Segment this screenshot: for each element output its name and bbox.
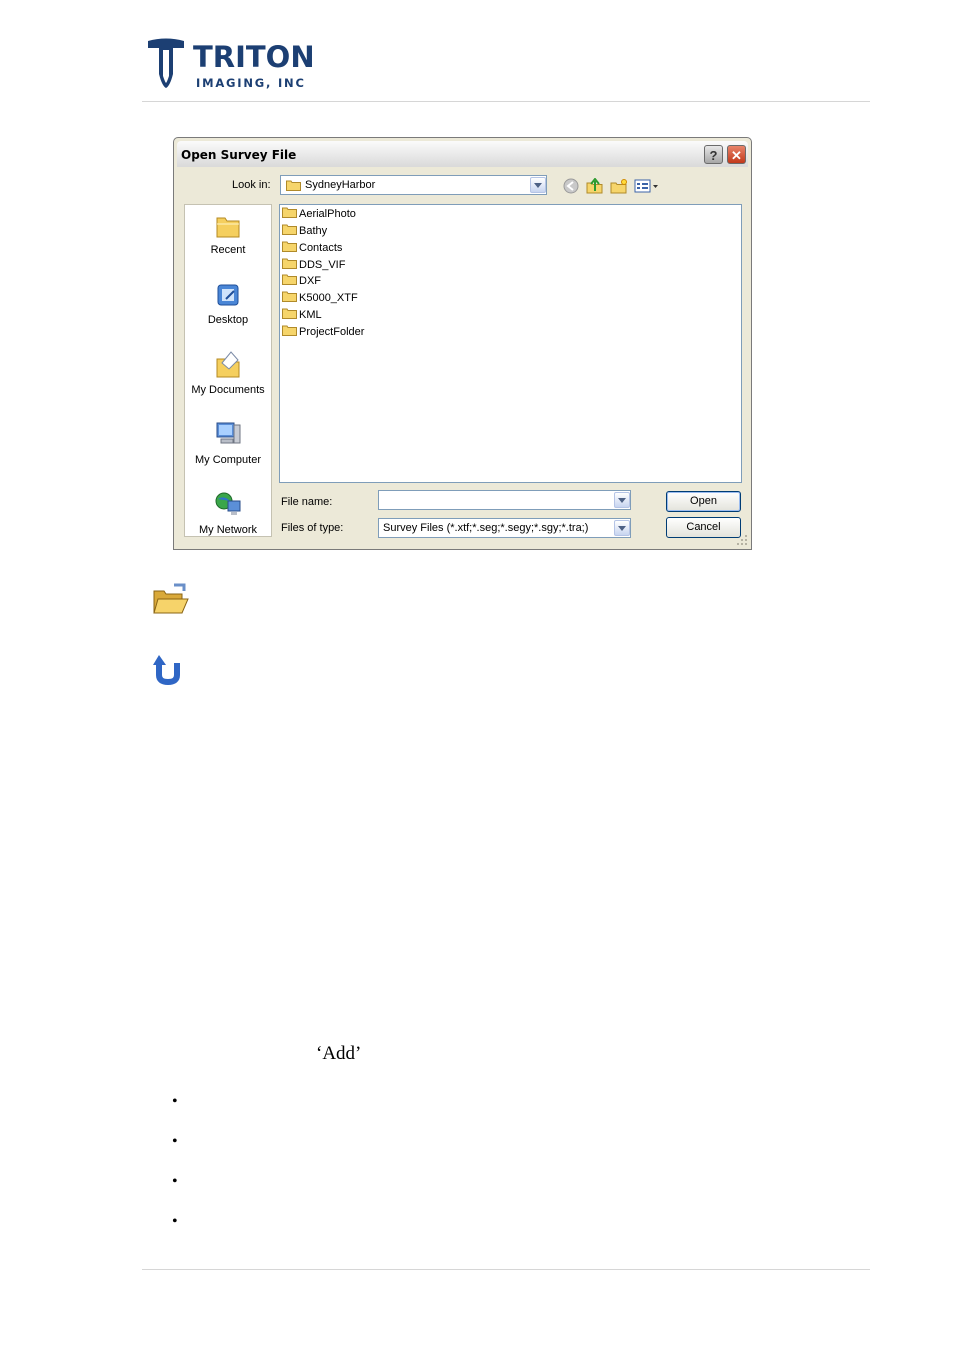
folder-name: AerialPhoto	[299, 208, 356, 220]
files-of-type-select[interactable]: Survey Files (*.xtf;*.seg;*.segy;*.sgy;*…	[378, 518, 631, 538]
folder-icon	[282, 291, 297, 302]
company-subtitle: IMAGING, INC	[196, 76, 306, 90]
open-folder-icon	[153, 583, 189, 614]
list-item[interactable]: AerialPhoto	[282, 206, 356, 222]
places-bar: Recent Desktop My Documents My Computer …	[184, 204, 272, 537]
undo-arrow-icon	[153, 655, 180, 685]
back-icon[interactable]	[562, 178, 580, 194]
folder-name: KML	[299, 309, 322, 321]
resize-grip-icon[interactable]	[736, 534, 748, 546]
chevron-down-icon[interactable]	[614, 520, 630, 536]
triton-logo-icon	[148, 38, 184, 88]
place-label: My Documents	[191, 384, 265, 396]
folder-icon	[282, 207, 297, 218]
view-menu-icon[interactable]	[634, 178, 660, 194]
look-in-dropdown[interactable]: SydneyHarbor	[280, 175, 547, 195]
list-item[interactable]: ProjectFolder	[282, 324, 364, 340]
up-folder-icon[interactable]	[586, 178, 604, 194]
cancel-button[interactable]: Cancel	[666, 517, 741, 538]
chevron-down-icon[interactable]	[530, 177, 546, 193]
folder-name: DDS_VIF	[299, 259, 346, 271]
header-divider	[142, 101, 870, 102]
place-recent[interactable]: Recent	[185, 213, 271, 256]
help-button[interactable]: ?	[704, 145, 723, 164]
place-label: My Network	[198, 524, 258, 536]
list-item[interactable]: DDS_VIF	[282, 257, 345, 273]
folder-icon	[282, 274, 297, 285]
chevron-down-icon[interactable]	[614, 492, 630, 508]
folder-icon	[282, 325, 297, 336]
bullet-point: •	[172, 1133, 178, 1150]
close-button[interactable]: ✕	[727, 145, 746, 164]
open-button[interactable]: Open	[666, 491, 741, 512]
folder-name: K5000_XTF	[299, 292, 358, 304]
add-term: ‘Add’	[316, 1043, 362, 1064]
place-my-network[interactable]: My Network	[185, 489, 271, 536]
folder-icon	[282, 224, 297, 235]
list-item[interactable]: DXF	[282, 273, 321, 289]
open-survey-file-dialog: Open Survey File ? ✕ Look in: SydneyHarb…	[173, 137, 752, 550]
place-label: My Computer	[194, 454, 262, 466]
list-item[interactable]: KML	[282, 307, 322, 323]
place-desktop[interactable]: Desktop	[185, 281, 271, 326]
list-item[interactable]: K5000_XTF	[282, 290, 358, 306]
place-my-computer[interactable]: My Computer	[185, 419, 271, 466]
folder-icon	[286, 180, 301, 191]
folder-icon	[282, 308, 297, 319]
folder-name: DXF	[299, 275, 321, 287]
place-label: Recent	[210, 244, 246, 256]
folder-name: Contacts	[299, 242, 343, 254]
dialog-title: Open Survey File	[181, 148, 297, 162]
folder-icon	[282, 258, 297, 269]
look-in-value: SydneyHarbor	[305, 179, 376, 191]
my-documents-icon	[216, 351, 240, 378]
dialog-titlebar[interactable]: Open Survey File ? ✕	[177, 141, 748, 167]
files-of-type-value: Survey Files (*.xtf;*.seg;*.segy;*.sgy;*…	[383, 522, 589, 534]
folder-icon	[282, 241, 297, 252]
desktop-icon	[217, 284, 239, 306]
place-my-documents[interactable]: My Documents	[185, 349, 271, 396]
folder-name: ProjectFolder	[299, 326, 365, 338]
footer-divider	[142, 1269, 870, 1270]
list-item[interactable]: Contacts	[282, 240, 342, 256]
look-in-label: Look in:	[232, 179, 271, 191]
file-list[interactable]: AerialPhoto Bathy Contacts DDS_VIF DXF K…	[279, 204, 742, 483]
list-item[interactable]: Bathy	[282, 223, 327, 239]
company-name: TRITON	[193, 40, 315, 74]
new-folder-icon[interactable]	[610, 178, 628, 194]
recent-folder-icon	[216, 217, 240, 238]
bullet-point: •	[172, 1213, 178, 1230]
bullet-point: •	[172, 1093, 178, 1110]
file-name-label: File name:	[281, 496, 333, 508]
file-name-input[interactable]	[378, 490, 631, 510]
files-of-type-label: Files of type:	[281, 522, 344, 534]
bullet-point: •	[172, 1173, 178, 1190]
folder-name: Bathy	[299, 225, 328, 237]
my-network-icon	[215, 492, 241, 515]
my-computer-icon	[216, 422, 241, 444]
place-label: Desktop	[207, 314, 249, 326]
